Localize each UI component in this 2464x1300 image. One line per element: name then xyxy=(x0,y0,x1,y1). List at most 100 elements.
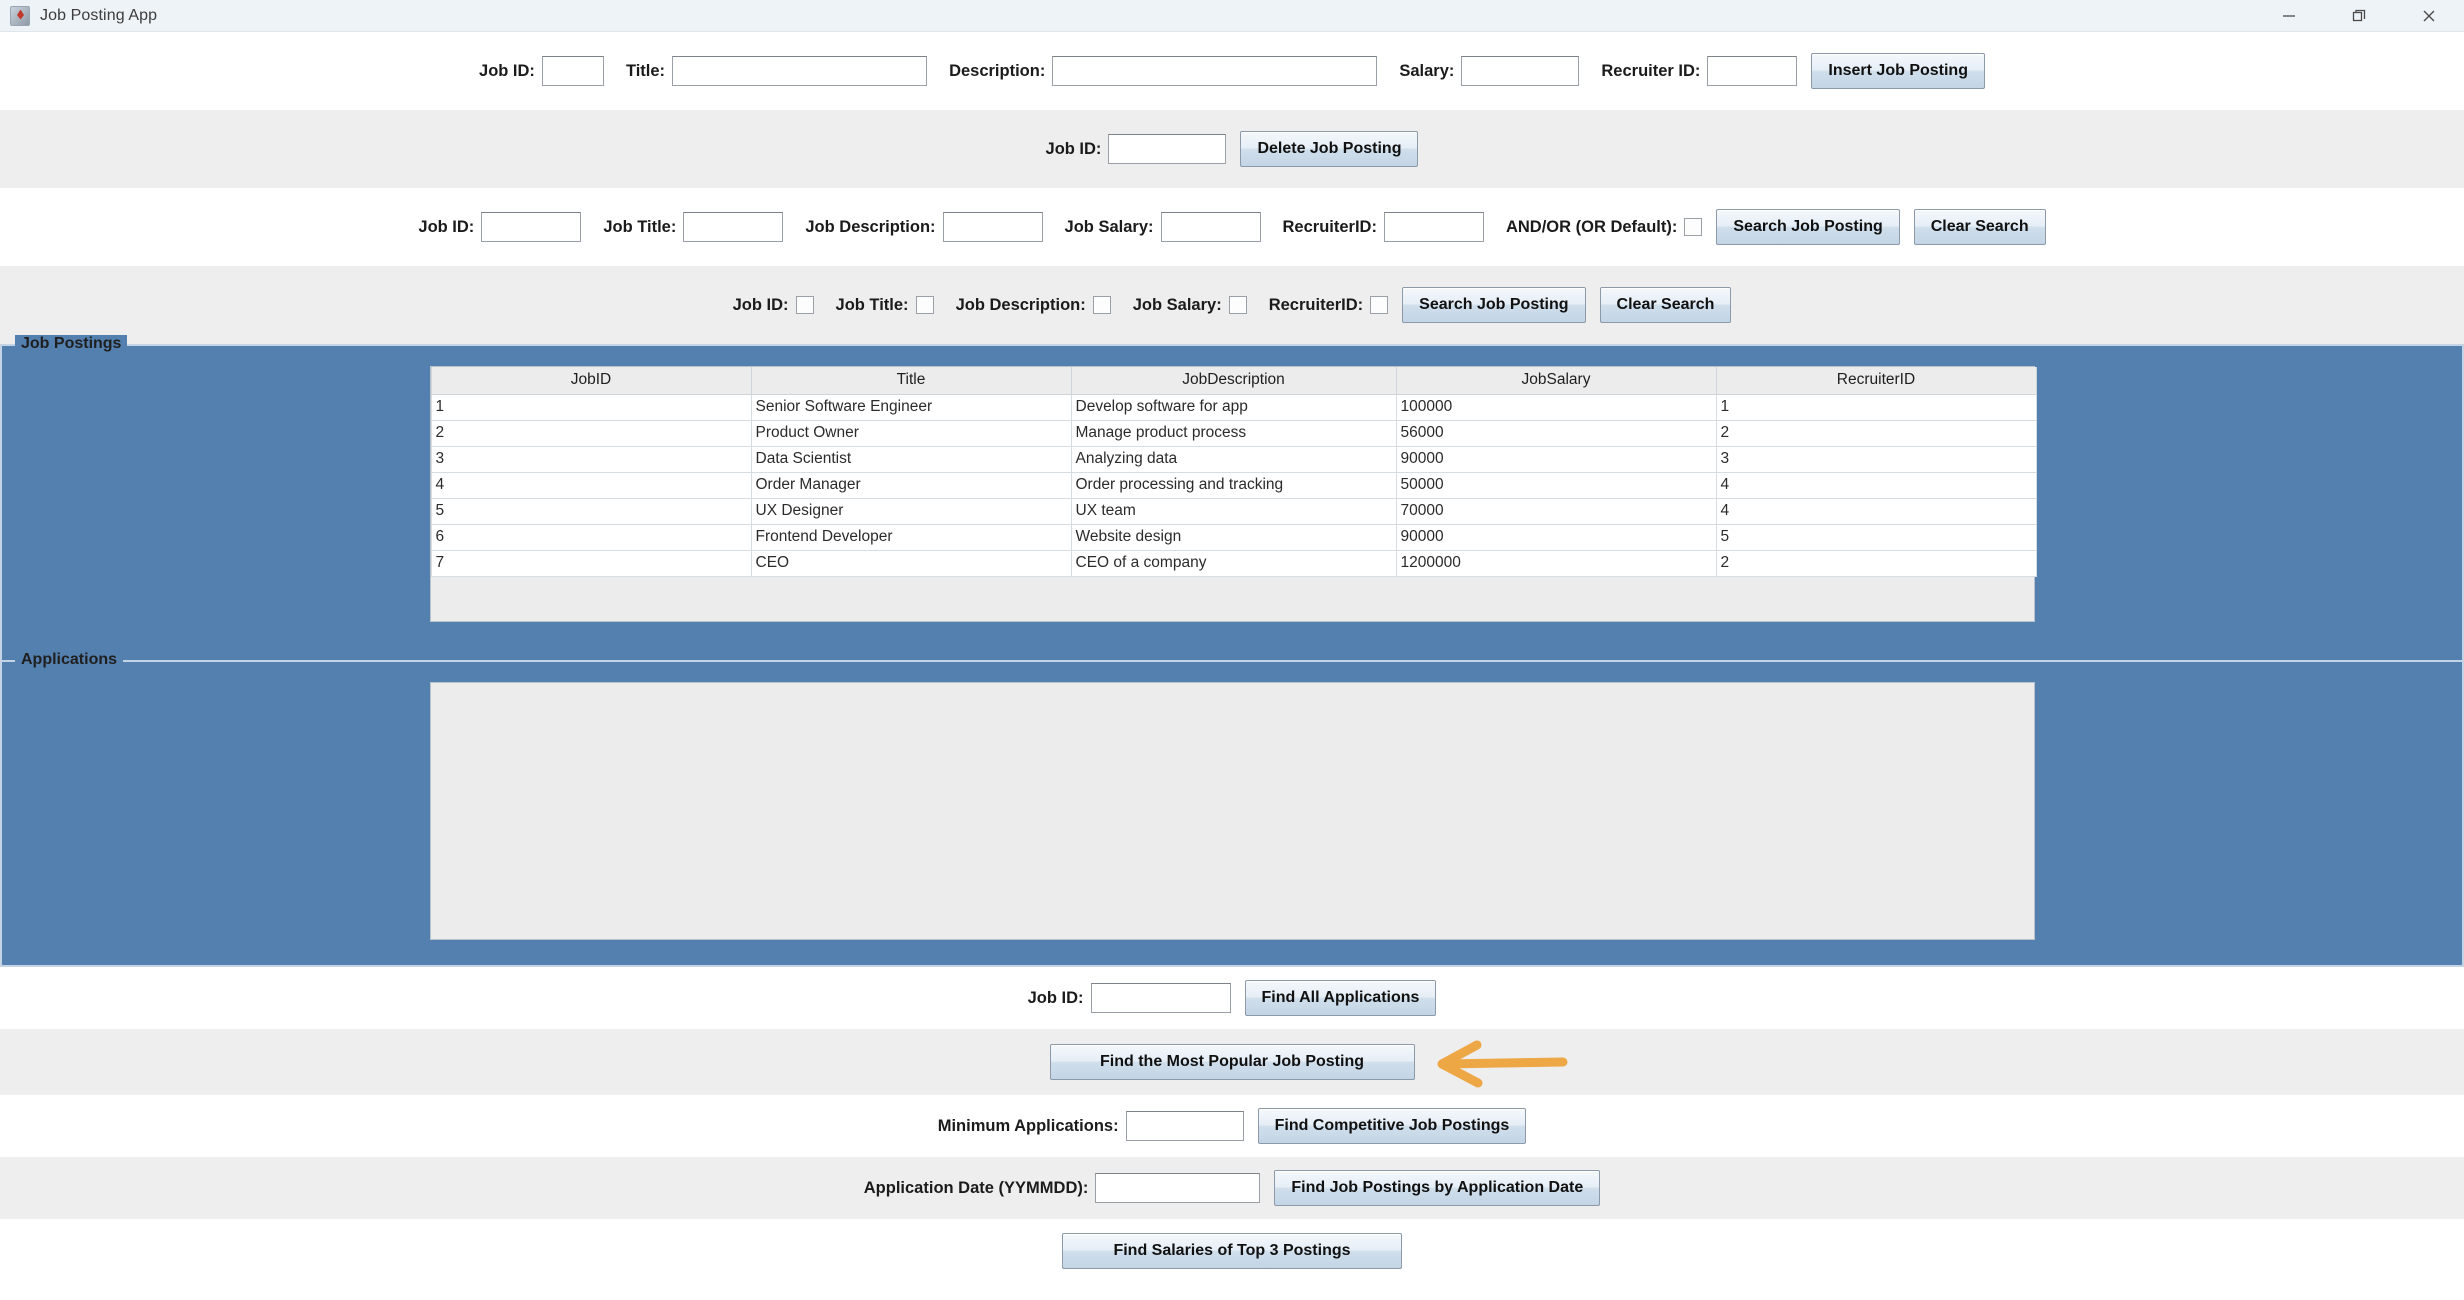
insert-salary-input[interactable] xyxy=(1461,56,1580,86)
cell-recruiterid: 3 xyxy=(1715,445,2037,473)
job-postings-table: JobID Title JobDescription JobSalary Rec… xyxy=(430,367,2037,577)
insert-title-input[interactable] xyxy=(672,56,928,86)
search-job-id-label: Job ID: xyxy=(418,217,475,236)
and-or-label: AND/OR (OR Default): xyxy=(1505,217,1678,236)
cell-jobdescription: Manage product process xyxy=(1070,419,1397,447)
cell-jobdescription: CEO of a company xyxy=(1070,549,1397,577)
application-date-input[interactable] xyxy=(1095,1173,1261,1203)
checkbox-job-id-label: Job ID: xyxy=(732,295,789,314)
applications-panel-title: Applications xyxy=(15,651,124,669)
close-icon[interactable] xyxy=(2394,0,2464,32)
job-postings-panel-title: Job Postings xyxy=(15,335,128,353)
insert-job-id-input[interactable] xyxy=(541,56,604,86)
checkbox-recruiter-id-label: RecruiterID: xyxy=(1268,295,1364,314)
cell-jobid: 7 xyxy=(430,549,752,577)
cell-recruiterid: 1 xyxy=(1715,393,2037,421)
checkbox-job-description-label: Job Description: xyxy=(955,295,1086,314)
find-applications-job-id-label: Job ID: xyxy=(1027,988,1084,1007)
clear-search-button-text[interactable]: Clear Search xyxy=(1913,209,2046,245)
application-date-label: Application Date (YYMMDD): xyxy=(863,1178,1089,1197)
minimum-applications-input[interactable] xyxy=(1125,1111,1244,1141)
cell-recruiterid: 2 xyxy=(1715,549,2037,577)
cell-jobid: 2 xyxy=(430,419,752,447)
cell-title: UX Designer xyxy=(750,497,1072,525)
insert-salary-label: Salary: xyxy=(1399,61,1455,80)
applications-panel: Applications xyxy=(0,651,2464,967)
find-salaries-top-3-postings-button[interactable]: Find Salaries of Top 3 Postings xyxy=(1062,1233,1402,1269)
search-text-row: Job ID: Job Title: Job Description: Job … xyxy=(0,188,2464,266)
cell-jobdescription: UX team xyxy=(1070,497,1397,525)
checkbox-job-title[interactable] xyxy=(915,296,934,314)
cell-recruiterid: 2 xyxy=(1715,419,2037,447)
table-row[interactable]: 6 Frontend Developer Website design 9000… xyxy=(430,523,2037,551)
and-or-checkbox[interactable] xyxy=(1684,218,1703,236)
insert-recruiter-id-label: Recruiter ID: xyxy=(1601,61,1701,80)
delete-job-id-input[interactable] xyxy=(1108,134,1227,164)
table-row[interactable]: 2 Product Owner Manage product process 5… xyxy=(430,419,2037,447)
insert-recruiter-id-input[interactable] xyxy=(1707,56,1798,86)
window-title: Job Posting App xyxy=(40,6,158,24)
table-row[interactable]: 7 CEO CEO of a company 1200000 2 xyxy=(430,549,2037,577)
cell-jobid: 1 xyxy=(430,393,752,421)
app-icon xyxy=(10,5,30,26)
search-job-id-input[interactable] xyxy=(481,212,582,242)
job-postings-panel: Job Postings JobID Title JobDescription … xyxy=(0,335,2464,662)
table-row[interactable]: 3 Data Scientist Analyzing data 90000 3 xyxy=(430,445,2037,473)
cell-recruiterid: 5 xyxy=(1715,523,2037,551)
cell-title: Data Scientist xyxy=(750,445,1072,473)
cell-jobsalary: 70000 xyxy=(1395,497,1717,525)
insert-job-posting-button[interactable]: Insert Job Posting xyxy=(1811,53,1985,89)
table-empty-space xyxy=(430,576,2034,621)
find-competitive-job-postings-button[interactable]: Find Competitive Job Postings xyxy=(1257,1108,1527,1144)
checkbox-job-salary[interactable] xyxy=(1228,296,1247,314)
insert-description-label: Description: xyxy=(949,61,1046,80)
insert-description-input[interactable] xyxy=(1052,56,1378,86)
checkbox-job-id[interactable] xyxy=(795,296,814,314)
restore-icon[interactable] xyxy=(2324,0,2394,32)
competitive-job-postings-row: Minimum Applications: Find Competitive J… xyxy=(0,1095,2464,1157)
cell-jobdescription: Develop software for app xyxy=(1070,393,1397,421)
find-all-applications-button[interactable]: Find All Applications xyxy=(1244,980,1437,1016)
column-header-jobsalary[interactable]: JobSalary xyxy=(1395,367,1717,395)
table-row[interactable]: 4 Order Manager Order processing and tra… xyxy=(430,471,2037,499)
cell-title: Senior Software Engineer xyxy=(750,393,1072,421)
cell-jobid: 6 xyxy=(430,523,752,551)
search-job-title-label: Job Title: xyxy=(603,217,677,236)
search-recruiter-id-input[interactable] xyxy=(1383,212,1484,242)
cell-jobsalary: 90000 xyxy=(1395,445,1717,473)
column-header-jobdescription[interactable]: JobDescription xyxy=(1070,367,1397,395)
application-date-row: Application Date (YYMMDD): Find Job Post… xyxy=(0,1157,2464,1219)
search-job-posting-button-checkbox[interactable]: Search Job Posting xyxy=(1402,287,1586,323)
column-header-recruiterid[interactable]: RecruiterID xyxy=(1715,367,2037,395)
clear-search-button-checkbox[interactable]: Clear Search xyxy=(1599,287,1732,323)
minimize-icon[interactable] xyxy=(2254,0,2324,32)
search-job-title-input[interactable] xyxy=(683,212,784,242)
find-applications-job-id-input[interactable] xyxy=(1090,983,1231,1013)
search-job-salary-input[interactable] xyxy=(1160,212,1261,242)
find-job-postings-by-application-date-button[interactable]: Find Job Postings by Application Date xyxy=(1274,1170,1601,1206)
delete-job-posting-button[interactable]: Delete Job Posting xyxy=(1240,131,1419,167)
applications-table-container[interactable] xyxy=(429,682,2035,940)
delete-job-posting-row: Job ID: Delete Job Posting xyxy=(0,110,2464,188)
search-job-description-input[interactable] xyxy=(942,212,1043,242)
checkbox-recruiter-id[interactable] xyxy=(1370,296,1389,314)
top-salaries-row: Find Salaries of Top 3 Postings xyxy=(0,1219,2464,1283)
column-header-title[interactable]: Title xyxy=(750,367,1072,395)
search-job-salary-label: Job Salary: xyxy=(1064,217,1154,236)
cell-jobid: 3 xyxy=(430,445,752,473)
table-row[interactable]: 1 Senior Software Engineer Develop softw… xyxy=(430,393,2037,421)
cell-title: Frontend Developer xyxy=(750,523,1072,551)
panels-container: Job Postings JobID Title JobDescription … xyxy=(0,335,2464,967)
job-postings-table-container[interactable]: JobID Title JobDescription JobSalary Rec… xyxy=(429,366,2037,622)
cell-jobsalary: 90000 xyxy=(1395,523,1717,551)
cell-jobsalary: 1200000 xyxy=(1395,549,1717,577)
checkbox-job-description[interactable] xyxy=(1092,296,1111,314)
find-most-popular-job-posting-button[interactable]: Find the Most Popular Job Posting xyxy=(1049,1044,1415,1080)
window-title-bar: Job Posting App xyxy=(0,0,2464,32)
window-controls xyxy=(2254,0,2464,32)
cell-jobsalary: 100000 xyxy=(1395,393,1717,421)
search-job-posting-button-text[interactable]: Search Job Posting xyxy=(1716,209,1900,245)
find-all-applications-row: Job ID: Find All Applications xyxy=(0,967,2464,1029)
column-header-jobid[interactable]: JobID xyxy=(430,367,752,395)
table-row[interactable]: 5 UX Designer UX team 70000 4 xyxy=(430,497,2037,525)
